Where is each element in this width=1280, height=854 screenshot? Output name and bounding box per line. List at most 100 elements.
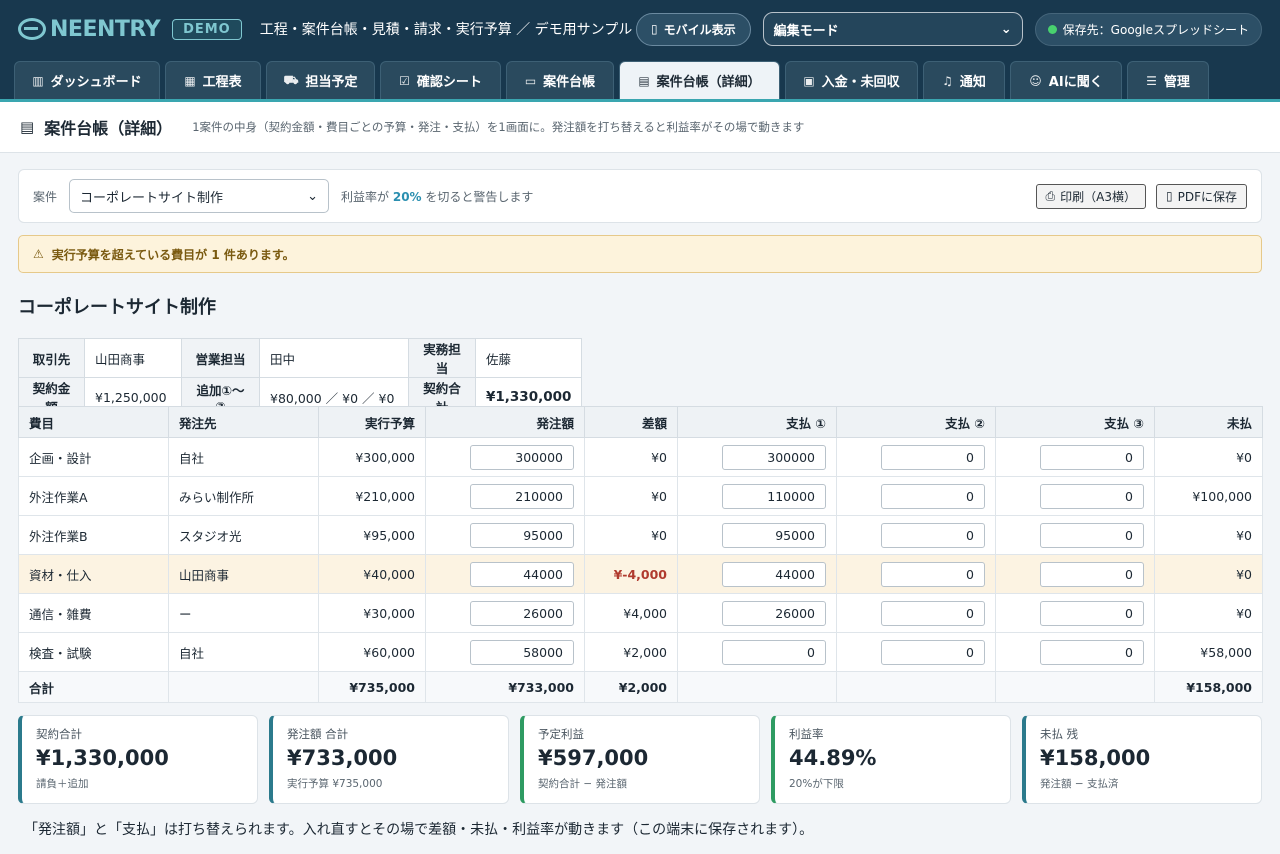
kpi-label: 未払 残 — [1040, 727, 1079, 741]
payment-3-input[interactable]: 0 — [1040, 522, 1144, 548]
order-amount-input[interactable]: 95000 — [470, 522, 574, 548]
info-value: 田中 — [259, 338, 409, 378]
tab-label: AIに聞く — [1048, 75, 1103, 90]
order-amount-input[interactable]: 26000 — [470, 600, 574, 626]
unpaid: ¥0 — [1154, 593, 1263, 633]
payment-3-input[interactable]: 0 — [1040, 600, 1144, 626]
table-row: 外注作業A みらい制作所 ¥210,000 210000 ¥0 110000 0… — [18, 476, 1263, 516]
case-select-value: コーポレートサイト制作 — [80, 190, 224, 206]
tab-ask-ai[interactable]: ☺ AIに聞く — [1010, 61, 1122, 99]
payment-2-input[interactable]: 0 — [881, 522, 985, 548]
payment-3-input[interactable]: 0 — [1040, 561, 1144, 587]
page-title: 案件台帳（詳細） — [44, 119, 173, 138]
case-select-label: 案件 — [33, 189, 58, 204]
ledger-icon: ▤ — [20, 118, 35, 136]
table-row-over-budget: 資材・仕入 山田商事 ¥40,000 44000 ¥-4,000 44000 0… — [18, 554, 1263, 594]
app-logo[interactable]: NEENTRY — [18, 16, 161, 42]
payment-1-input[interactable]: 44000 — [722, 561, 826, 587]
mobile-view-button[interactable]: ▯ モバイル表示 — [636, 12, 751, 46]
kpi-label: 発注額 合計 — [287, 727, 349, 741]
cost-table: 費目 発注先 実行予算 発注額 差額 支払 ① 支払 ② 支払 ③ 未払 企画・… — [18, 406, 1263, 703]
table-row: 通信・雑費 ー ¥30,000 26000 ¥4,000 26000 0 0 ¥… — [18, 593, 1263, 633]
total-unpaid: ¥158,000 — [1154, 671, 1263, 703]
column-header: 支払 ① — [677, 406, 837, 438]
cost-item: 通信・雑費 — [18, 593, 169, 633]
alert-text: 実行予算を超えている費目が 1 件あります。 — [51, 247, 295, 262]
cost-item: 企画・設計 — [18, 437, 169, 477]
payment-1-input[interactable]: 95000 — [722, 522, 826, 548]
case-select[interactable]: コーポレートサイト制作 ⌄ — [69, 179, 330, 213]
column-header: 発注先 — [168, 406, 319, 438]
kpi-value: 44.89% — [789, 746, 877, 770]
save-pdf-button[interactable]: ▯ PDFに保存 — [1156, 183, 1247, 209]
order-amount-input[interactable]: 44000 — [470, 561, 574, 587]
pdf-label: PDFに保存 — [1177, 189, 1237, 204]
case-title: コーポレートサイト制作 — [18, 297, 216, 318]
chevron-down-icon: ⌄ — [307, 188, 319, 204]
budget-alert: ⚠ 実行予算を超えている費目が 1 件あります。 — [18, 235, 1262, 273]
payment-2-input[interactable]: 0 — [881, 639, 985, 665]
tab-assignments[interactable]: ⛟ 担当予定 — [266, 61, 375, 99]
order-amount-input[interactable]: 58000 — [470, 639, 574, 665]
tab-admin[interactable]: ☰ 管理 — [1127, 61, 1209, 99]
footnote: 「発注額」と「支払」は打ち替えられます。入れ直すとその場で差額・未払・利益率が動… — [24, 822, 814, 838]
margin-threshold-note: 利益率が 20% を切ると警告します — [341, 189, 534, 204]
warning-icon: ⚠ — [33, 247, 44, 261]
save-target-badge[interactable]: 保存先：Googleスプレッドシート — [1034, 12, 1262, 46]
payment-3-input[interactable]: 0 — [1040, 483, 1144, 509]
money-icon: ▣ — [803, 73, 815, 88]
kpi-card-unpaid: 未払 残 ¥158,000 発注額 − 支払済 — [1022, 715, 1262, 804]
payment-1-input[interactable]: 0 — [722, 639, 826, 665]
print-button[interactable]: ⎙ 印刷（A3横） — [1035, 183, 1146, 209]
kpi-card-order-total: 発注額 合計 ¥733,000 実行予算 ¥735,000 — [269, 715, 509, 804]
order-amount-input[interactable]: 300000 — [470, 444, 574, 470]
info-value: 佐藤 — [474, 338, 583, 378]
payment-2-input[interactable]: 0 — [881, 561, 985, 587]
logo-text: NEENTRY — [50, 16, 161, 42]
unpaid: ¥100,000 — [1154, 476, 1263, 516]
vendor: 山田商事 — [168, 554, 319, 594]
tab-notifications[interactable]: ♫ 通知 — [923, 61, 1005, 99]
column-header: 実行予算 — [318, 406, 426, 438]
cost-item: 外注作業A — [18, 476, 169, 516]
tab-ledger[interactable]: ▭ 案件台帳 — [506, 61, 614, 99]
vendor: スタジオ光 — [168, 515, 319, 555]
phone-icon: ▯ — [651, 22, 658, 36]
mode-select[interactable]: 編集モード ⌄ — [762, 12, 1023, 46]
payment-2-input[interactable]: 0 — [881, 483, 985, 509]
page-title-bar: ▤ 案件台帳（詳細） 1案件の中身（契約金額・費目ごとの予算・発注・支払）を1画… — [0, 102, 1280, 153]
tab-label: 案件台帳（詳細） — [656, 75, 761, 90]
payment-3-input[interactable]: 0 — [1040, 639, 1144, 665]
column-header: 差額 — [584, 406, 678, 438]
tab-payments[interactable]: ▣ 入金・未回収 — [785, 61, 918, 99]
threshold-pct: 20% — [392, 189, 422, 204]
payment-1-input[interactable]: 110000 — [722, 483, 826, 509]
tab-checksheet[interactable]: ☑ 確認シート — [380, 61, 501, 99]
tab-ledger-detail[interactable]: ▤ 案件台帳（詳細） — [619, 61, 780, 99]
kpi-sub: 発注額 − 支払済 — [1040, 778, 1119, 790]
clipboard-icon: ☑ — [399, 73, 410, 88]
payment-2-input[interactable]: 0 — [881, 600, 985, 626]
difference: ¥2,000 — [584, 632, 678, 672]
tab-dashboard[interactable]: ▥ ダッシュボード — [14, 61, 160, 99]
tab-schedule[interactable]: ▦ 工程表 — [165, 61, 261, 99]
kpi-sub: 実行予算 ¥735,000 — [287, 778, 383, 790]
payment-1-input[interactable]: 26000 — [722, 600, 826, 626]
payment-1-input[interactable]: 300000 — [722, 444, 826, 470]
tab-label: 確認シート — [416, 75, 482, 90]
difference: ¥4,000 — [584, 593, 678, 633]
table-row: 検査・試験 自社 ¥60,000 58000 ¥2,000 0 0 0 ¥58,… — [18, 632, 1263, 672]
kpi-card-margin: 利益率 44.89% 20%が下限 — [771, 715, 1011, 804]
demo-badge: DEMO — [172, 18, 242, 40]
kpi-sub: 請負＋追加 — [36, 778, 89, 790]
payment-3-input[interactable]: 0 — [1040, 444, 1144, 470]
kpi-card-expected-profit: 予定利益 ¥597,000 契約合計 − 発注額 — [520, 715, 760, 804]
vendor: ー — [168, 593, 319, 633]
order-amount-input[interactable]: 210000 — [470, 483, 574, 509]
info-value: 山田商事 — [84, 338, 182, 378]
unpaid: ¥0 — [1154, 437, 1263, 477]
payment-2-input[interactable]: 0 — [881, 444, 985, 470]
budget: ¥40,000 — [318, 554, 426, 594]
unpaid: ¥0 — [1154, 515, 1263, 555]
main-tabs: ▥ ダッシュボード ▦ 工程表 ⛟ 担当予定 ☑ 確認シート ▭ 案件台帳 ▤ 案件台帳（詳… — [0, 58, 1280, 102]
